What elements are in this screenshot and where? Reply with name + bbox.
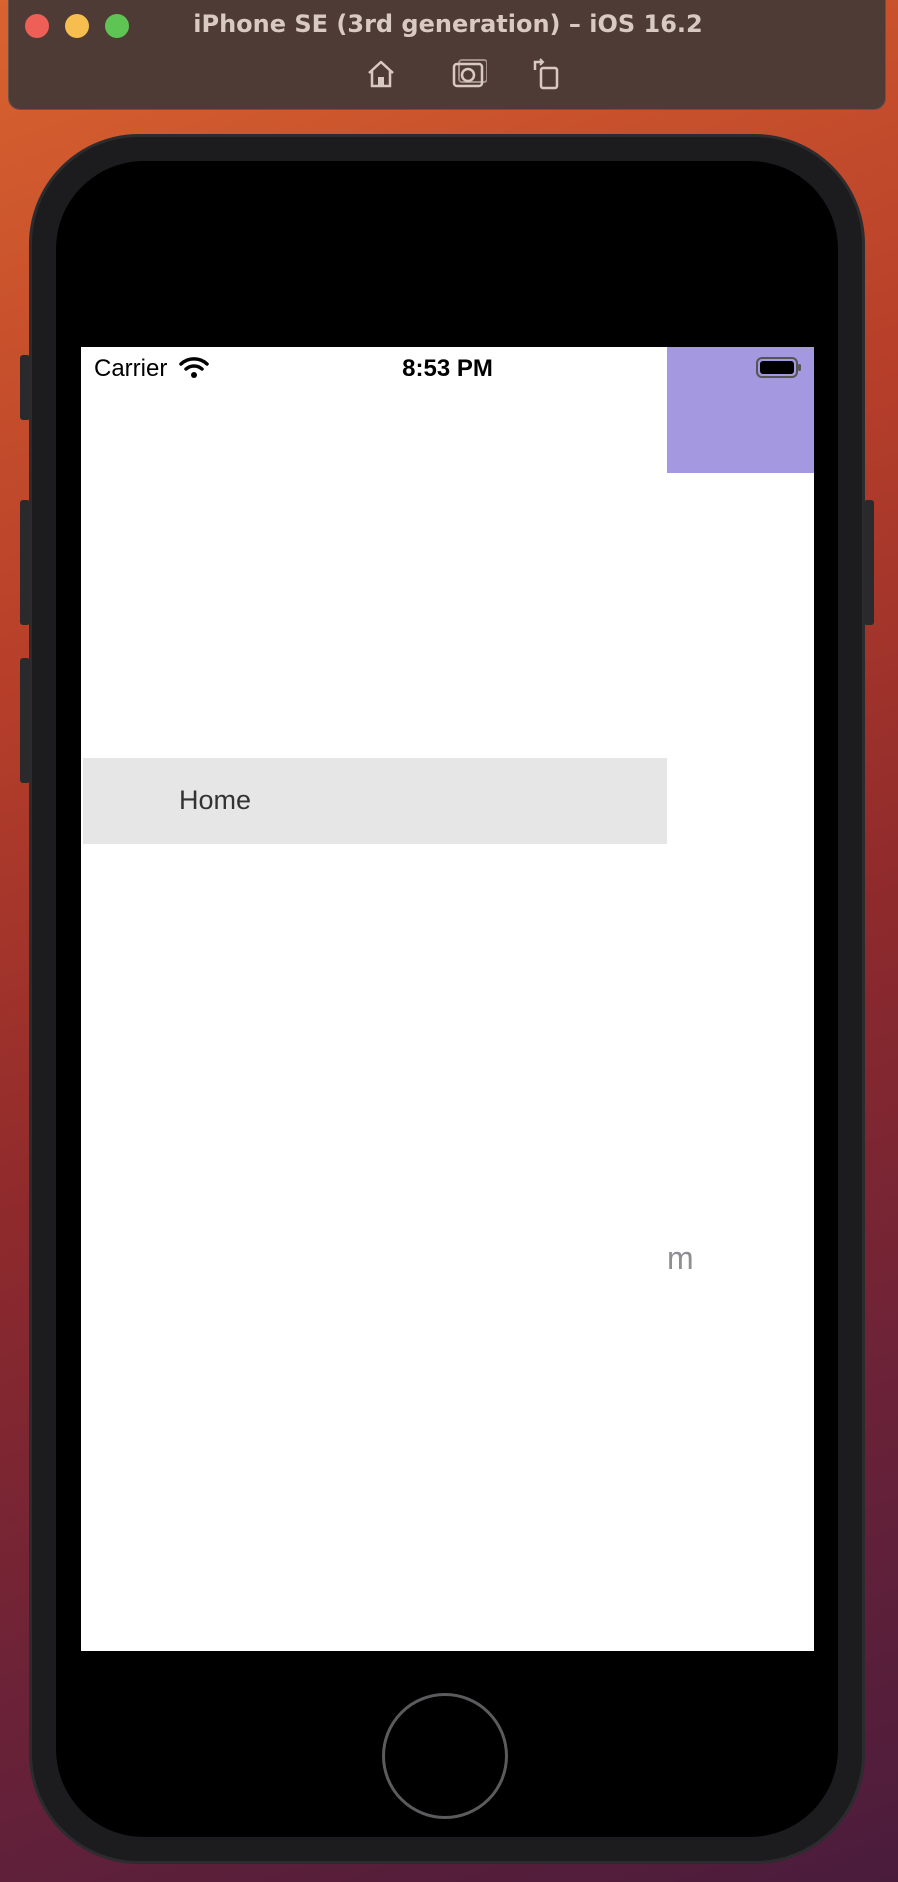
menu-item-home[interactable]: Home (83, 758, 667, 844)
volume-up-button[interactable] (20, 500, 30, 625)
device-home-button[interactable] (382, 1693, 508, 1819)
volume-down-button[interactable] (20, 658, 30, 783)
status-time: 8:53 PM (402, 355, 493, 382)
simulator-title-bar: iPhone SE (3rd generation) – iOS 16.2 (8, 0, 886, 110)
app-screen: Carrier 8:53 PM Home m (81, 347, 814, 1651)
battery-icon (756, 357, 801, 378)
screenshot-icon[interactable] (451, 56, 487, 92)
power-button[interactable] (864, 500, 874, 625)
window-title: iPhone SE (3rd generation) – iOS 16.2 (193, 10, 703, 38)
mute-switch[interactable] (20, 355, 30, 420)
partial-text: m (667, 1240, 694, 1276)
menu-item-label: Home (179, 785, 252, 815)
home-icon[interactable] (363, 56, 399, 92)
rotate-icon[interactable] (531, 56, 567, 92)
